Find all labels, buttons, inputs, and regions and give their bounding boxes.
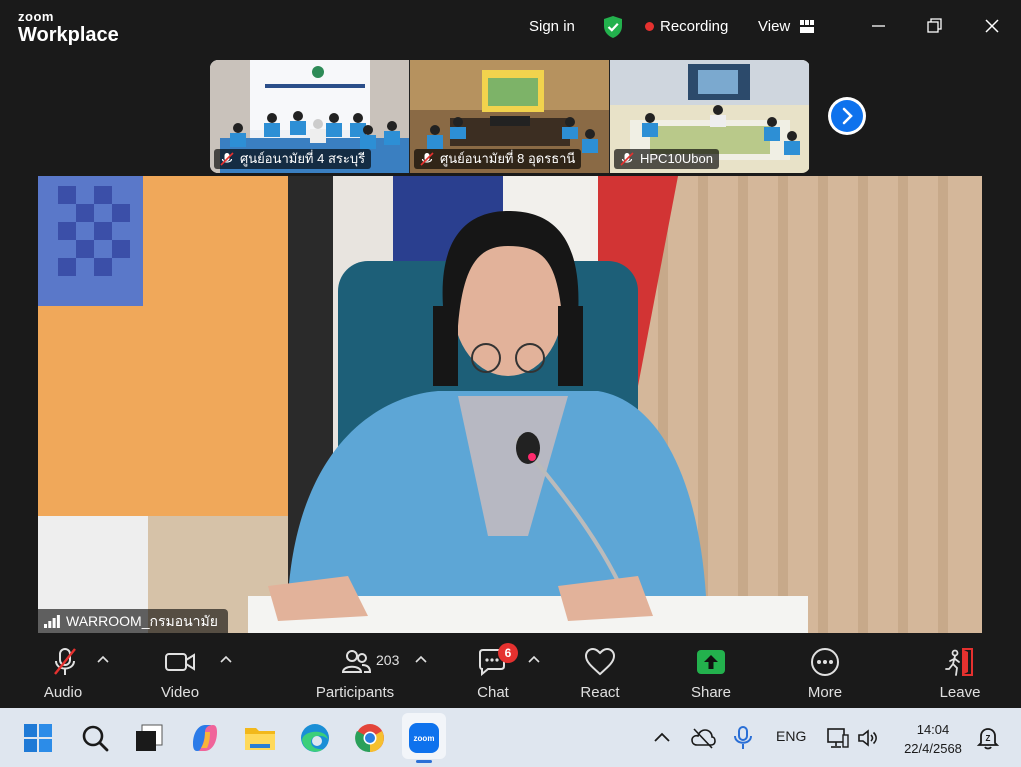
participant-thumbnail[interactable]: ศูนย์อนามัยที่ 8 อุดรธานี [410,60,609,173]
logo-top: zoom [18,9,54,24]
search-icon[interactable] [77,720,113,756]
participant-name: HPC10Ubon [640,151,713,166]
clock-date: 22/4/2568 [904,741,962,756]
participant-thumbnail[interactable]: ศูนย์อนามัยที่ 4 สระบุรี [210,60,409,173]
display-network-icon[interactable] [826,726,850,750]
logo-bottom: Workplace [18,24,119,46]
participants-count: 203 [376,652,400,668]
chat-button[interactable]: Chat [458,635,528,708]
volume-icon[interactable] [856,726,880,750]
leave-button[interactable]: Leave [925,635,995,708]
recording-indicator[interactable]: Recording [660,18,728,35]
mic-muted-icon [54,648,76,675]
microphone-in-use-icon[interactable] [732,725,754,751]
sign-in-button[interactable]: Sign in [529,18,575,35]
participant-name: ศูนย์อนามัยที่ 4 สระบุรี [240,151,366,166]
edge-browser-icon[interactable] [297,720,333,756]
system-clock[interactable]: 14:04 22/4/2568 [893,720,973,758]
participants-label: Participants [315,684,395,701]
participants-icon [341,650,372,673]
react-label: React [580,684,620,701]
task-view-icon[interactable] [132,720,168,756]
svg-text:zoom: zoom [414,734,435,743]
active-speaker-name: WARROOM_กรมอนามัย [66,613,218,629]
chat-unread-badge: 6 [498,643,518,663]
close-icon[interactable] [980,14,1004,38]
title-bar: zoom Workplace Sign in Recording View [0,0,1021,56]
more-ellipsis-icon [811,648,839,676]
zoom-workplace-logo: zoom Workplace [18,10,119,45]
chevron-up-icon[interactable] [415,655,427,663]
chevron-right-icon [842,107,853,125]
cloud-offline-icon[interactable] [690,726,716,750]
active-speaker-video[interactable] [38,176,982,633]
chrome-browser-icon[interactable] [352,720,388,756]
active-app-indicator [416,760,432,763]
clock-time: 14:04 [916,722,950,737]
mic-muted-icon [220,152,234,166]
more-label: More [807,684,843,701]
participant-name-label: HPC10Ubon [614,149,719,169]
restore-icon[interactable] [922,14,946,38]
shield-check-icon[interactable] [602,15,624,39]
svg-text:Z: Z [986,734,991,743]
react-button[interactable]: React [565,635,635,708]
minimize-icon[interactable] [866,14,890,38]
audio-button[interactable]: Audio [30,635,100,708]
windows-start-icon[interactable] [20,720,56,756]
chevron-up-icon[interactable] [97,655,109,663]
chevron-up-icon[interactable] [652,728,672,748]
mic-muted-icon [620,152,634,166]
participant-thumbnail[interactable]: HPC10Ubon [610,60,809,173]
grid-view-icon[interactable] [800,20,814,33]
file-explorer-icon[interactable] [242,720,278,756]
video-camera-icon [165,653,195,671]
meeting-toolbar: Audio Video Participants 203 Chat 6 Reac… [0,635,1021,708]
zoom-app-icon[interactable]: zoom [406,720,442,756]
share-button[interactable]: Share [676,635,746,708]
chevron-up-icon[interactable] [220,655,232,663]
chevron-up-icon[interactable] [528,655,540,663]
share-label: Share [690,684,732,701]
recording-dot-icon [645,22,654,31]
participants-button[interactable]: Participants [310,635,400,708]
participant-thumbnail-strip: ศูนย์อนามัยที่ 4 สระบุรี ศูนย์อนามัยที่ … [210,60,810,173]
copilot-icon[interactable] [187,720,223,756]
leave-label: Leave [939,684,981,701]
video-button[interactable]: Video [145,635,215,708]
view-button[interactable]: View [758,18,790,35]
video-label: Video [160,684,200,701]
heart-icon [584,647,616,676]
leave-exit-icon [945,648,973,676]
input-language-indicator[interactable]: ENG [776,728,806,744]
active-speaker-name-label: WARROOM_กรมอนามัย [38,609,228,633]
share-screen-icon [697,650,725,674]
audio-label: Audio [43,684,83,701]
more-button[interactable]: More [790,635,860,708]
windows-taskbar: zoom ENG 14:04 22/4/2568 Z [0,708,1021,767]
speaker-video-frame [38,176,982,633]
notification-bell-icon[interactable]: Z [976,725,1000,751]
participant-name-label: ศูนย์อนามัยที่ 8 อุดรธานี [414,149,582,169]
chat-label: Chat [477,684,509,701]
participant-name-label: ศูนย์อนามัยที่ 4 สระบุรี [214,149,372,169]
participant-name: ศูนย์อนามัยที่ 8 อุดรธานี [440,151,576,166]
next-page-button[interactable] [828,97,866,135]
mic-muted-icon [420,152,434,166]
signal-strength-icon [44,615,60,628]
